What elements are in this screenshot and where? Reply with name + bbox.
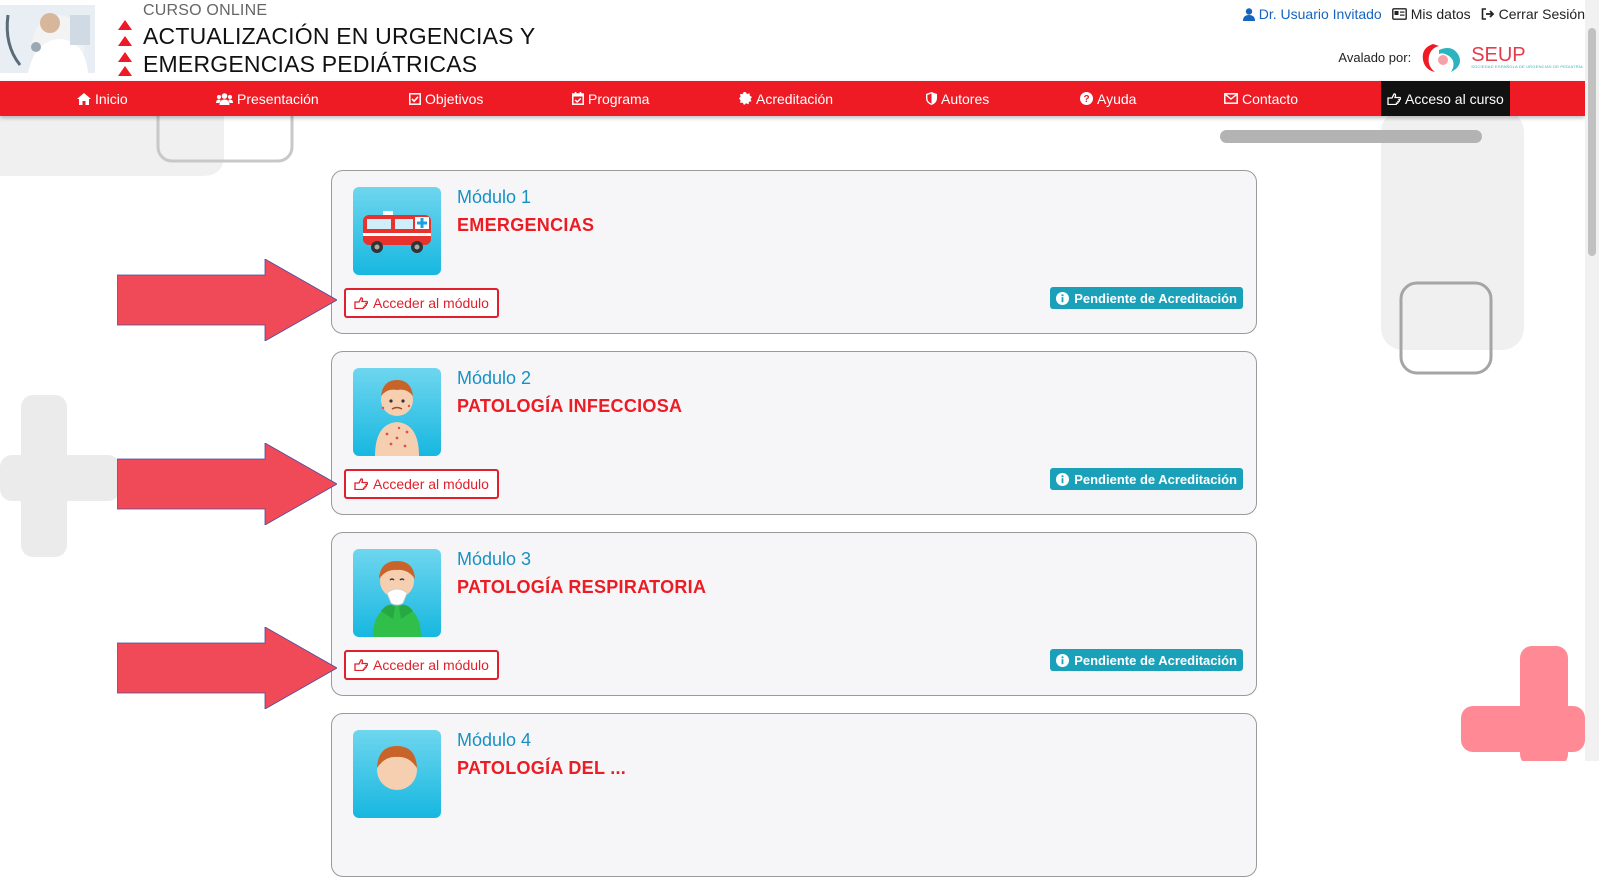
question-circle-icon: ? (1080, 92, 1093, 105)
course-title-line2: EMERGENCIAS PEDIÁTRICAS (143, 51, 478, 77)
child-rash-icon (375, 380, 419, 456)
info-icon (1056, 291, 1070, 305)
annotation-arrow-2 (117, 443, 337, 525)
course-logo-icon (118, 20, 132, 76)
home-icon (77, 92, 91, 105)
site-header: CURSO ONLINE ACTUALIZACIÓN EN URGENCIAS … (0, 0, 1599, 81)
vertical-scrollbar[interactable] (1585, 0, 1599, 761)
course-label: CURSO ONLINE (143, 2, 268, 19)
annotation-arrow-1 (117, 259, 337, 341)
id-card-icon (1391, 8, 1407, 20)
user-menu: Dr. Usuario Invitado Mis datos Cerrar Se… (1242, 6, 1585, 22)
module-card: Módulo 1 EMERGENCIAS Acceder al módulo P… (331, 170, 1257, 334)
seup-wordmark: SEUP SOCIEDAD ESPAÑOLA DE URGENCIAS DE P… (1471, 43, 1583, 69)
module-card: Módulo 4 PATOLOGÍA DEL ... (331, 713, 1257, 877)
nav-item-autores[interactable]: Autores (926, 81, 989, 116)
module-name: PATOLOGÍA INFECCIOSA (457, 396, 683, 416)
nav-label: Inicio (95, 90, 128, 107)
svg-text:?: ? (1083, 94, 1089, 105)
seup-subtext: SOCIEDAD ESPAÑOLA DE URGENCIAS DE PEDIAT… (1471, 63, 1583, 69)
status-label: Pendiente de Acreditación (1074, 652, 1237, 668)
certificate-icon (739, 92, 752, 105)
module-card: Módulo 2 PATOLOGÍA INFECCIOSA Acceder al… (331, 351, 1257, 515)
nav-label: Autores (941, 90, 990, 107)
access-module-button[interactable]: Acceder al módulo (344, 469, 499, 499)
module-number: Módulo 2 (457, 368, 532, 388)
nav-item-contacto[interactable]: Contacto (1224, 81, 1298, 116)
seup-logo-icon (1422, 44, 1461, 72)
info-icon (1056, 472, 1070, 486)
nav-item-inicio[interactable]: Inicio (77, 81, 128, 116)
module-name: EMERGENCIAS (457, 215, 595, 235)
module-image (353, 368, 441, 456)
envelope-icon (1224, 93, 1238, 104)
annotation-arrow-3 (117, 627, 337, 709)
child-icon (377, 746, 417, 790)
shield-icon (926, 92, 937, 105)
calendar-check-icon (572, 92, 584, 105)
hand-point-icon (354, 478, 368, 490)
course-title: ACTUALIZACIÓN EN URGENCIAS Y EMERGENCIAS… (143, 22, 535, 78)
users-icon (216, 92, 233, 105)
hand-point-icon (354, 297, 368, 309)
module-number: Módulo 3 (457, 549, 532, 569)
nav-item-objetivos[interactable]: Objetivos (409, 81, 483, 116)
my-data-label: Mis datos (1410, 6, 1471, 22)
module-image (353, 730, 441, 818)
child-sneezing-icon (373, 561, 421, 637)
info-icon (1056, 653, 1070, 667)
nav-label: Presentación (237, 90, 319, 107)
status-label: Pendiente de Acreditación (1074, 290, 1237, 306)
ambulance-icon (363, 211, 431, 253)
module-card: Módulo 3 PATOLOGÍA RESPIRATORIA Acceder … (331, 532, 1257, 696)
access-module-button[interactable]: Acceder al módulo (344, 288, 499, 318)
hand-point-icon (354, 659, 368, 671)
endorsement: Avalado por: SEUP SOCIEDAD ESPAÑOLA DE U… (1338, 40, 1583, 74)
nav-item-presentacion[interactable]: Presentación (216, 81, 319, 116)
nav-label: Acceso al curso (1405, 90, 1504, 107)
user-profile-link[interactable]: Dr. Usuario Invitado (1242, 6, 1382, 22)
access-module-button[interactable]: Acceder al módulo (344, 650, 499, 680)
nav-item-acceso-al-curso[interactable]: Acceso al curso (1381, 81, 1510, 116)
user-icon (1242, 7, 1255, 21)
scrollbar-thumb[interactable] (1588, 28, 1596, 256)
status-badge: Pendiente de Acreditación (1050, 468, 1243, 490)
module-image (353, 187, 441, 275)
my-data-link[interactable]: Mis datos (1391, 6, 1471, 22)
logout-label: Cerrar Sesión (1498, 6, 1585, 22)
nav-label: Contacto (1242, 90, 1299, 107)
main-navbar: Inicio Presentación Objetivos Programa A… (0, 81, 1585, 116)
status-badge: Pendiente de Acreditación (1050, 287, 1243, 309)
endorsed-by-label: Avalado por: (1338, 49, 1412, 65)
nav-item-acreditacion[interactable]: Acreditación (739, 81, 833, 116)
course-title-line1: ACTUALIZACIÓN EN URGENCIAS Y (143, 23, 536, 49)
seup-text: SEUP (1471, 43, 1526, 66)
nav-item-ayuda[interactable]: ? Ayuda (1080, 81, 1136, 116)
header-photo (0, 5, 95, 73)
access-module-label: Acceder al módulo (373, 657, 489, 673)
module-number: Módulo 4 (457, 730, 532, 750)
access-module-label: Acceder al módulo (373, 295, 489, 311)
logout-link[interactable]: Cerrar Sesión (1481, 6, 1585, 22)
module-name: PATOLOGÍA DEL ... (457, 758, 627, 778)
status-badge: Pendiente de Acreditación (1050, 649, 1243, 671)
checkbox-icon (409, 92, 421, 105)
module-number: Módulo 1 (457, 187, 532, 207)
sign-out-icon (1481, 8, 1494, 20)
nav-item-programa[interactable]: Programa (572, 81, 649, 116)
access-module-label: Acceder al módulo (373, 476, 489, 492)
status-label: Pendiente de Acreditación (1074, 471, 1237, 487)
user-name: Dr. Usuario Invitado (1258, 6, 1382, 22)
nav-label: Programa (588, 90, 650, 107)
module-image (353, 549, 441, 637)
nav-label: Acreditación (756, 90, 834, 107)
module-name: PATOLOGÍA RESPIRATORIA (457, 577, 707, 597)
nav-label: Objetivos (425, 90, 484, 107)
hand-point-icon (1387, 92, 1401, 105)
nav-label: Ayuda (1097, 90, 1137, 107)
